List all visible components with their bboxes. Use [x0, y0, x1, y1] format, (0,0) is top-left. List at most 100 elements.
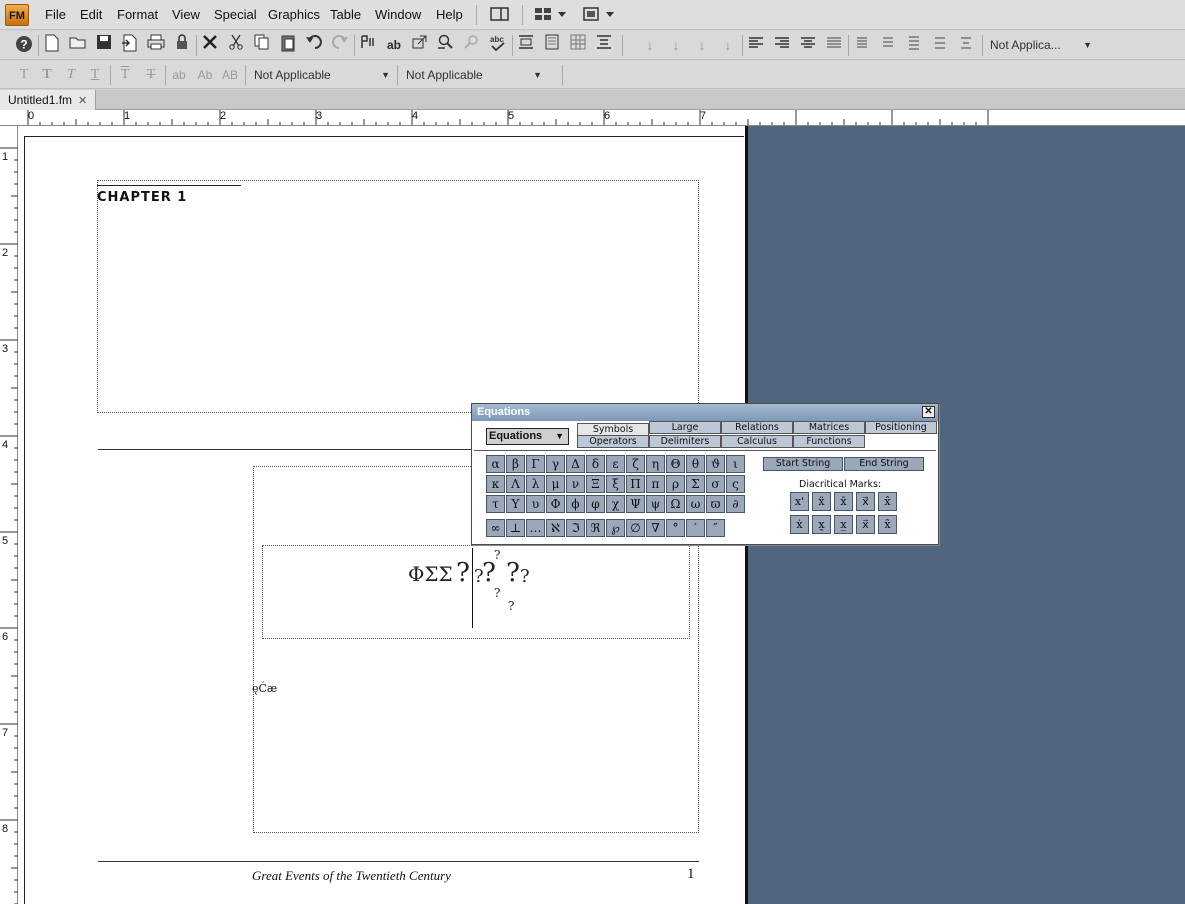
symbol-button[interactable]: ς	[726, 475, 745, 493]
copy-icon[interactable]	[251, 34, 273, 56]
symbol-button[interactable]: π	[646, 475, 665, 493]
symbol-button[interactable]: ζ	[626, 455, 645, 473]
diacritical-mark-button[interactable]: x'	[790, 492, 809, 511]
symbol-button[interactable]: κ	[486, 475, 505, 493]
align-right-icon[interactable]	[771, 34, 793, 56]
close-tab-icon[interactable]: ✕	[78, 95, 87, 107]
anchored-frame-icon[interactable]	[515, 34, 537, 56]
equation-frame[interactable]	[262, 545, 690, 639]
tab-large[interactable]: Large	[649, 421, 721, 434]
menu-special[interactable]: Special	[214, 7, 257, 22]
paragraph-tag-combo[interactable]: Not Applica... ▼	[986, 34, 1096, 56]
spell-check-icon[interactable]: abc	[487, 34, 509, 56]
underline-button[interactable]: T	[84, 64, 106, 86]
tab-relations[interactable]: Relations	[721, 421, 793, 434]
menu-graphics[interactable]: Graphics	[268, 7, 320, 22]
menu-help[interactable]: Help	[436, 7, 463, 22]
tab-delimiters[interactable]: Delimiters	[649, 435, 721, 448]
symbol-button[interactable]: ε	[606, 455, 625, 473]
bold-button[interactable]: T	[36, 64, 58, 86]
overline-button[interactable]: T	[114, 64, 136, 86]
diacritical-mark-button[interactable]: x⃑	[856, 515, 875, 534]
symbol-button[interactable]: ρ	[666, 475, 685, 493]
tab-positioning[interactable]: Positioning	[865, 421, 937, 434]
symbol-button[interactable]: β	[506, 455, 525, 473]
arrow-down-icon-3[interactable]: ↓	[691, 34, 713, 56]
diacritical-mark-button[interactable]: x̰	[812, 515, 831, 534]
font-family-combo[interactable]: Not Applicable ▼	[250, 64, 394, 86]
align-justify-icon[interactable]	[823, 34, 845, 56]
help-icon[interactable]: ?	[13, 34, 35, 56]
plain-text-button[interactable]: T	[13, 64, 35, 86]
new-document-icon[interactable]	[41, 34, 63, 56]
italic-button[interactable]: T	[60, 64, 82, 86]
symbol-button[interactable]: σ	[706, 475, 725, 493]
menu-window[interactable]: Window	[375, 7, 421, 22]
arrow-down-icon-2[interactable]: ↓	[665, 34, 687, 56]
panel-layout-icon[interactable]	[490, 6, 510, 24]
align-center-icon[interactable]	[797, 34, 819, 56]
symbol-button[interactable]: φ	[586, 495, 605, 513]
menu-format[interactable]: Format	[117, 7, 158, 22]
insert-marker-icon[interactable]	[357, 34, 379, 56]
symbol-button[interactable]: ℵ	[546, 519, 565, 537]
end-string-button[interactable]: End String	[844, 457, 924, 471]
symbol-button[interactable]: Θ	[666, 455, 685, 473]
import-icon[interactable]	[119, 34, 141, 56]
header-text-frame[interactable]	[97, 180, 699, 413]
lowercase-button[interactable]: ab	[168, 64, 190, 86]
initial-caps-button[interactable]: Ab	[194, 64, 216, 86]
font-size-combo[interactable]: Not Applicable ▼	[402, 64, 546, 86]
diacritical-mark-button[interactable]: x̲	[834, 515, 853, 534]
symbol-button[interactable]: υ	[526, 495, 545, 513]
diacritical-mark-button[interactable]: x̄	[834, 492, 853, 511]
symbol-button[interactable]: °	[666, 519, 685, 537]
align-left-icon[interactable]	[745, 34, 767, 56]
lock-icon[interactable]	[171, 34, 193, 56]
save-icon[interactable]	[93, 34, 115, 56]
symbol-button[interactable]: ′	[686, 519, 705, 537]
close-icon[interactable]: ✕	[922, 406, 935, 418]
symbol-button[interactable]: ∂	[726, 495, 745, 513]
symbol-button[interactable]: η	[646, 455, 665, 473]
screen-mode-icon[interactable]	[582, 6, 616, 24]
cut-icon[interactable]	[225, 34, 247, 56]
vertical-ruler[interactable]: 1 2 3 4 5 6 7 8	[0, 126, 18, 904]
menu-table[interactable]: Table	[330, 7, 361, 22]
symbol-button[interactable]: ϖ	[706, 495, 725, 513]
symbol-button[interactable]: ∞	[486, 519, 505, 537]
symbol-button[interactable]: Λ	[506, 475, 525, 493]
open-folder-icon[interactable]	[67, 34, 89, 56]
diacritical-mark-button[interactable]: ẍ	[812, 492, 831, 511]
symbol-button[interactable]: ℘	[606, 519, 625, 537]
symbol-button[interactable]: Π	[626, 475, 645, 493]
symbol-button[interactable]: ι	[726, 455, 745, 473]
symbol-button[interactable]: Δ	[566, 455, 585, 473]
tab-functions[interactable]: Functions	[793, 435, 865, 448]
start-string-button[interactable]: Start String	[763, 457, 843, 471]
diacritical-mark-button[interactable]: x⃗	[856, 492, 875, 511]
workspace-switcher-icon[interactable]	[534, 6, 568, 24]
symbol-button[interactable]: ∇	[646, 519, 665, 537]
symbol-button[interactable]: …	[526, 519, 545, 537]
print-icon[interactable]	[145, 34, 167, 56]
horizontal-ruler[interactable]: 0 1 2 3 4 5 6 7	[22, 110, 1185, 126]
uppercase-button[interactable]: AB	[219, 64, 241, 86]
line-spacing-icon-2[interactable]	[877, 34, 899, 56]
line-spacing-icon-4[interactable]	[929, 34, 951, 56]
symbol-button[interactable]: ℜ	[586, 519, 605, 537]
symbol-button[interactable]: ω	[686, 495, 705, 513]
diacritical-mark-button[interactable]: x̃	[878, 515, 897, 534]
symbol-button[interactable]: ϑ	[706, 455, 725, 473]
line-spacing-icon-5[interactable]	[955, 34, 977, 56]
symbol-button[interactable]: θ	[686, 455, 705, 473]
symbol-button[interactable]: Ω	[666, 495, 685, 513]
symbol-button[interactable]: α	[486, 455, 505, 473]
line-spacing-icon-3[interactable]	[903, 34, 925, 56]
symbol-button[interactable]: ⊥	[506, 519, 525, 537]
symbol-button[interactable]: Σ	[686, 475, 705, 493]
arrow-down-icon-1[interactable]: ↓	[639, 34, 661, 56]
symbol-button[interactable]: ℑ	[566, 519, 585, 537]
symbol-button[interactable]: Φ	[546, 495, 565, 513]
symbol-button[interactable]: Υ	[506, 495, 525, 513]
